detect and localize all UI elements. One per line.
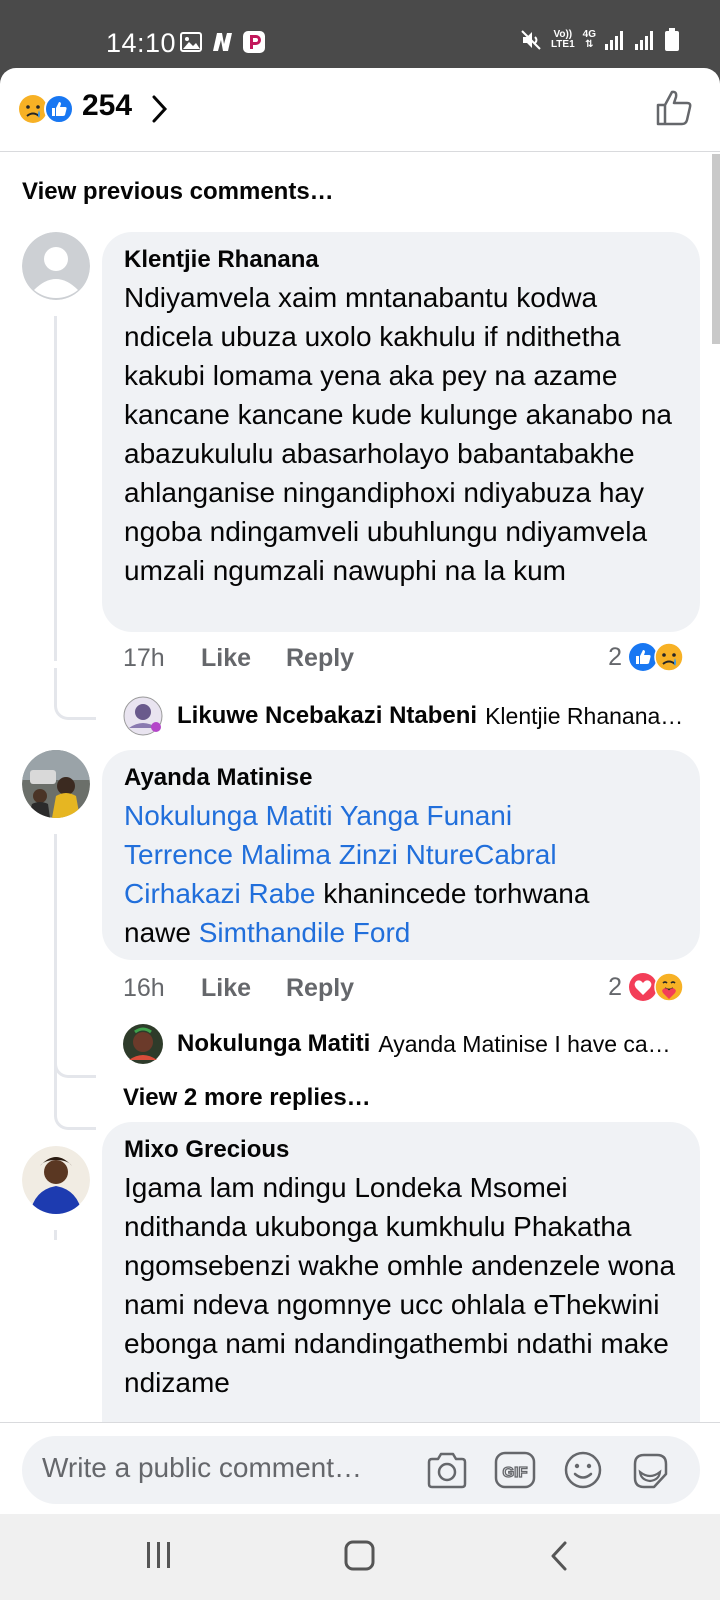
status-bar: 14:10 Vo)) LTE1 4G ⇅: [0, 0, 720, 68]
view-previous-comments-link[interactable]: View previous comments…: [22, 178, 334, 206]
sad-reaction-icon: [654, 642, 684, 672]
avatar-reply[interactable]: [123, 696, 163, 736]
reaction-header[interactable]: 254: [0, 68, 720, 152]
status-right-icons: Vo)) LTE1 4G ⇅: [519, 28, 680, 52]
like-button-icon[interactable]: [654, 88, 694, 128]
comment-reaction-count: 2: [608, 972, 622, 1001]
back-icon[interactable]: [548, 1540, 570, 1572]
avatar-photo[interactable]: [22, 750, 90, 818]
comment-author[interactable]: Mixo Grecious: [124, 1134, 680, 1166]
comment-bubble[interactable]: Klentjie Rhanana Ndiyamvela xaim mntanab…: [102, 232, 700, 632]
status-time: 14:10: [106, 28, 177, 58]
image-icon: [180, 32, 202, 52]
mute-icon: [521, 30, 541, 50]
reaction-count: 254: [82, 89, 133, 122]
thread-line: [54, 1230, 57, 1240]
comment-text-segment: nawe: [124, 917, 199, 948]
signal-icon: [605, 31, 623, 50]
reply-author[interactable]: Likuwe Ncebakazi Ntabeni: [177, 702, 477, 730]
recent-apps-icon[interactable]: [146, 1540, 172, 1570]
reaction-summary-icons: [19, 94, 74, 124]
comment-author[interactable]: Ayanda Matinise: [124, 762, 680, 794]
comment-time: 16h: [123, 974, 165, 1002]
sad-reaction-icon: [19, 95, 47, 123]
navigation-bar: [0, 1514, 720, 1600]
netflix-n-icon: [213, 33, 232, 51]
reply-author[interactable]: Nokulunga Matiti: [177, 1030, 370, 1058]
comment-text-segment: khanincede torhwana: [315, 878, 590, 909]
comment-text: Ndiyamvela xaim mntanabantu kodwa ndicel…: [124, 282, 672, 586]
comment-actions: 17h Like Reply: [123, 644, 354, 673]
emoji-icon[interactable]: [563, 1450, 603, 1490]
view-more-replies-link[interactable]: View 2 more replies…: [123, 1084, 371, 1112]
comment-author[interactable]: Klentjie Rhanana: [124, 244, 680, 276]
reply-text: Ayanda Matinise I have ca…: [378, 1030, 671, 1057]
avatar-photo[interactable]: [22, 1146, 90, 1214]
avatar-default[interactable]: [22, 232, 90, 300]
comment-time: 17h: [123, 644, 165, 672]
comment-bubble[interactable]: Ayanda Matinise Nokulunga Matiti Yanga F…: [102, 750, 700, 960]
camera-icon[interactable]: [425, 1450, 469, 1490]
composer-bar: GIF: [0, 1422, 720, 1514]
avatar-reply[interactable]: [123, 1024, 163, 1064]
comment-text: Nokulunga Matiti Yanga Funani Terrence M…: [124, 796, 680, 952]
scrollbar[interactable]: [712, 154, 720, 344]
comment-input[interactable]: [42, 1452, 422, 1484]
reply-preview[interactable]: Nokulunga Matiti Ayanda Matinise I have …: [123, 1024, 703, 1064]
comment-reactions[interactable]: 2: [608, 972, 684, 1002]
sticker-icon[interactable]: [629, 1450, 671, 1492]
signal-icon: [635, 31, 653, 50]
comment-composer[interactable]: GIF: [22, 1436, 700, 1504]
home-icon[interactable]: [344, 1540, 376, 1572]
like-reaction-icon: [44, 94, 74, 124]
gif-icon[interactable]: GIF: [494, 1450, 536, 1490]
chevron-right-icon: [152, 95, 168, 123]
mention-link[interactable]: Nokulunga Matiti Yanga Funani: [124, 800, 512, 831]
comment-actions: 16h Like Reply: [123, 974, 354, 1003]
battery-icon: [665, 28, 679, 51]
reply-preview[interactable]: Likuwe Ncebakazi Ntabeni Klentjie Rhanan…: [123, 696, 703, 736]
care-reaction-icon: [654, 972, 684, 1002]
mention-link[interactable]: Cirhakazi Rabe: [124, 878, 315, 909]
thread-elbow: [54, 1064, 96, 1130]
p-app-icon: [243, 31, 265, 53]
mention-link[interactable]: Simthandile Ford: [199, 917, 411, 948]
status-left-icons: [180, 30, 266, 54]
reply-text: Klentjie Rhanana…: [485, 702, 684, 729]
like-button[interactable]: Like: [201, 974, 286, 1003]
thread-line: [54, 316, 57, 661]
reply-button[interactable]: Reply: [286, 974, 354, 1003]
mention-link[interactable]: Terrence Malima Zinzi NtureCabral: [124, 839, 557, 870]
svg-text:GIF: GIF: [503, 1464, 528, 1481]
comment-reactions[interactable]: 2: [608, 642, 684, 672]
4g-icon: 4G ⇅: [582, 29, 596, 50]
comment-reaction-count: 2: [608, 642, 622, 671]
comments-sheet: 254 View previous comments… Klentjie Rha…: [0, 68, 720, 1514]
thread-elbow: [54, 668, 96, 720]
like-button[interactable]: Like: [201, 644, 286, 673]
volte-icon: Vo)) LTE1: [550, 29, 575, 50]
comment-text: Igama lam ndingu Londeka Msomei ndithand…: [124, 1172, 676, 1398]
reply-button[interactable]: Reply: [286, 644, 354, 673]
